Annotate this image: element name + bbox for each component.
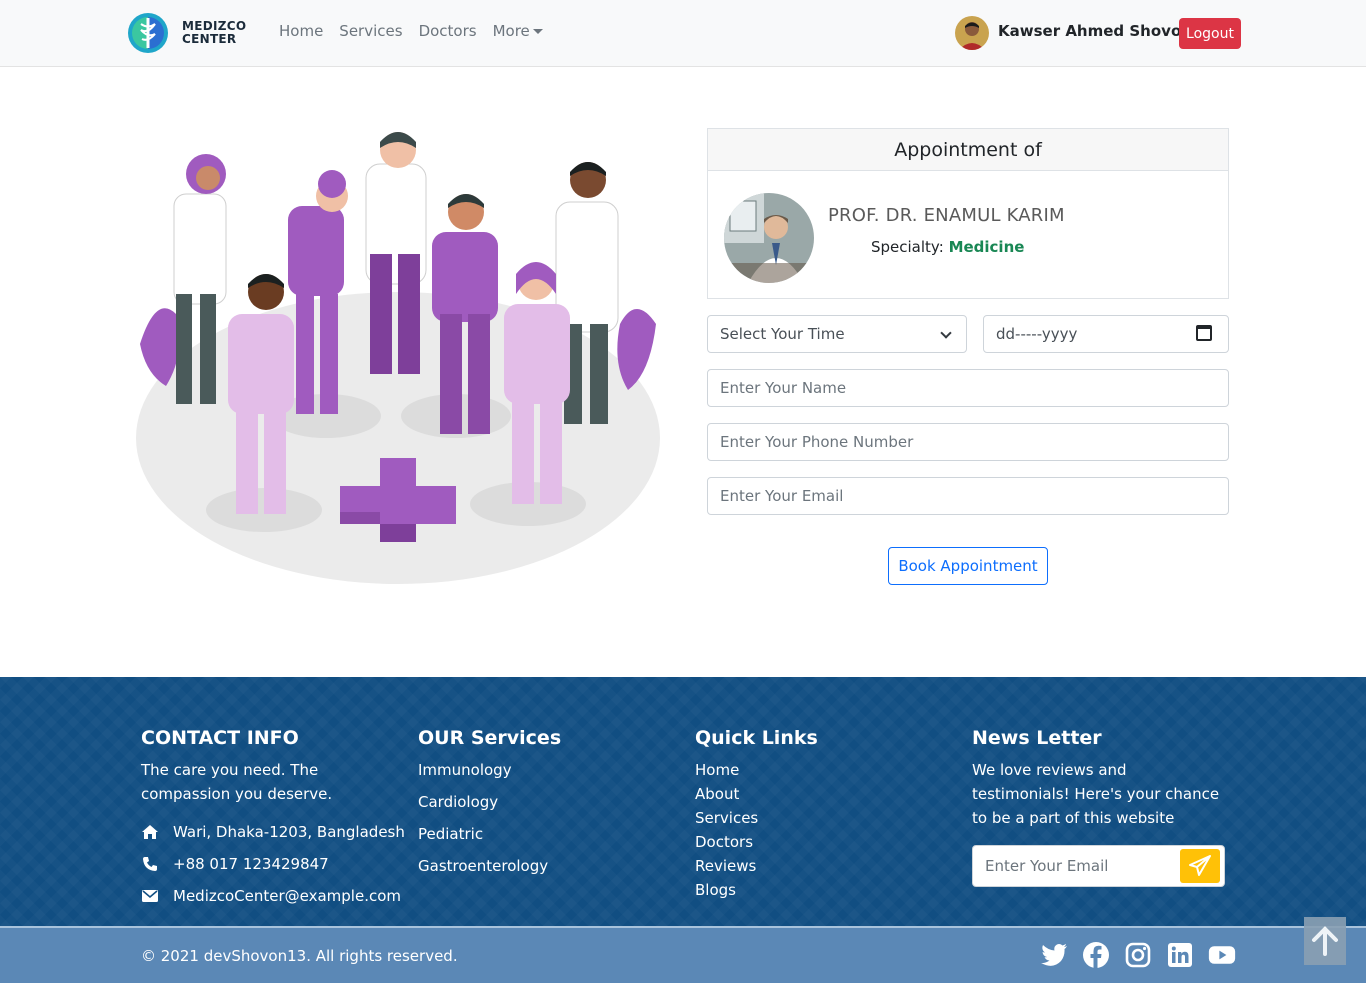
user-name: Kawser Ahmed Shovon [998,22,1192,40]
quick-link-reviews[interactable]: Reviews [695,854,758,878]
service-link-cardiology[interactable]: Cardiology [418,790,548,822]
social-links [1040,941,1236,969]
service-link-gastroenterology[interactable]: Gastroenterology [418,854,548,886]
scroll-to-top-button[interactable] [1304,917,1346,965]
arrow-up-icon [1312,926,1338,956]
paper-plane-icon [1189,855,1211,876]
service-link-pediatric[interactable]: Pediatric [418,822,548,854]
quick-link-services[interactable]: Services [695,806,758,830]
nav-more-label: More [492,22,530,40]
appointment-card: Appointment of PROF. DR. ENAMUL KARIM Sp… [707,128,1229,299]
site-footer: CONTACT INFO The care you need. The comp… [0,677,1366,926]
specialty-label: Specialty: [871,238,944,256]
newsletter-text: We love reviews and testimonials! Here's… [972,761,1220,827]
facebook-icon[interactable] [1082,941,1110,969]
home-icon [141,823,159,841]
date-input[interactable]: dd-----yyyy [983,315,1229,353]
contact-address: Wari, Dhaka-1203, Bangladesh [141,823,405,841]
nav-doctors[interactable]: Doctors [419,22,477,40]
quick-links-heading: Quick Links [695,727,818,749]
quick-link-about[interactable]: About [695,782,758,806]
brand-text: MEDIZCO CENTER [182,20,246,46]
caduceus-logo-icon [124,12,174,54]
phone-input[interactable] [707,423,1229,461]
specialty-value: Medicine [948,238,1025,256]
quick-links-list: Home About Services Doctors Reviews Blog… [695,758,758,902]
contact-phone: +88 017 123429847 [141,855,329,873]
service-link-immunology[interactable]: Immunology [418,758,548,790]
services-heading: OUR Services [418,727,562,749]
instagram-icon[interactable] [1124,941,1152,969]
doctor-specialty: Specialty: Medicine [871,238,1024,256]
nav-more-dropdown[interactable]: More [493,22,543,40]
time-select[interactable]: Select Your Time [707,315,967,353]
contact-address-text: Wari, Dhaka-1203, Bangladesh [173,823,405,841]
services-list: Immunology Cardiology Pediatric Gastroen… [418,758,548,886]
top-navbar: MEDIZCO CENTER Home Services Doctors Mor… [0,0,1366,67]
newsletter-heading: News Letter [972,727,1102,749]
doctor-photo [724,193,814,283]
main-nav: Home Services Doctors More [279,22,543,40]
linkedin-icon[interactable] [1166,941,1194,969]
twitter-icon[interactable] [1040,941,1068,969]
phone-icon [141,855,159,873]
copyright-text: © 2021 devShovon13. All rights reserved. [141,947,458,965]
newsletter-email-input[interactable] [973,846,1173,886]
contact-email-text: MedizcoCenter@example.com [173,887,402,905]
medical-staff-illustration [136,124,660,586]
calendar-icon[interactable] [1196,325,1212,341]
newsletter-form [972,845,1225,887]
quick-link-home[interactable]: Home [695,758,758,782]
time-select-value: Select Your Time [720,325,845,343]
appointment-card-header: Appointment of [708,129,1228,171]
nav-services[interactable]: Services [339,22,402,40]
footer-bottom-bar: © 2021 devShovon13. All rights reserved. [0,926,1366,983]
date-input-placeholder: dd-----yyyy [996,325,1078,343]
brand-line2: CENTER [182,32,237,46]
envelope-icon [141,887,159,905]
contact-phone-text: +88 017 123429847 [173,855,329,873]
contact-email: MedizcoCenter@example.com [141,887,401,905]
logout-button[interactable]: Logout [1179,18,1241,49]
quick-link-doctors[interactable]: Doctors [695,830,758,854]
quick-link-blogs[interactable]: Blogs [695,878,758,902]
caret-down-icon [532,29,543,34]
name-input[interactable] [707,369,1229,407]
doctor-name: PROF. DR. ENAMUL KARIM [828,205,1065,226]
brand-logo[interactable]: MEDIZCO CENTER [124,12,248,54]
email-input[interactable] [707,477,1229,515]
chevron-down-icon [940,327,952,339]
contact-tagline: The care you need. The compassion you de… [141,761,333,803]
newsletter-send-button[interactable] [1180,849,1220,883]
user-avatar[interactable] [955,16,989,50]
youtube-icon[interactable] [1208,941,1236,969]
contact-heading: CONTACT INFO [141,727,299,749]
nav-home[interactable]: Home [279,22,323,40]
book-appointment-button[interactable]: Book Appointment [888,547,1048,585]
